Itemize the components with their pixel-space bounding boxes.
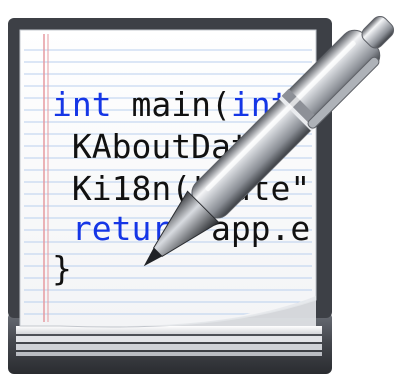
code-line-5: } bbox=[52, 249, 72, 288]
code-line-1: int main(int bbox=[52, 85, 290, 124]
code-token: int bbox=[52, 85, 112, 124]
code-token: } bbox=[52, 249, 72, 288]
code-token: main( bbox=[112, 85, 231, 124]
kate-app-icon: int main(int KAboutData Ki18n("Kate" ret… bbox=[0, 0, 420, 384]
